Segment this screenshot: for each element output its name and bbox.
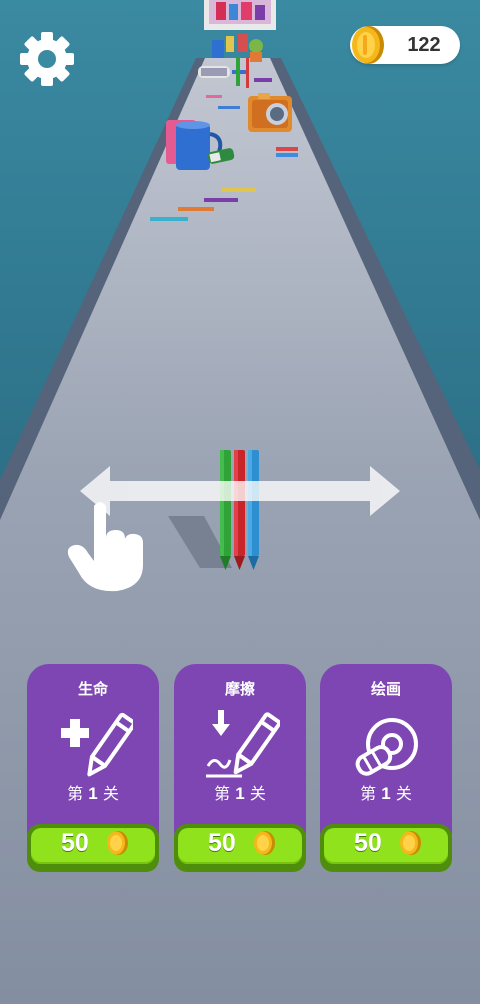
gear-icon: [20, 32, 74, 86]
buy-painting-button[interactable]: 50: [320, 824, 452, 872]
buy-friction-button[interactable]: 50: [174, 824, 306, 872]
buy-life-button[interactable]: 50: [27, 824, 159, 872]
coin-counter: 122: [350, 26, 460, 64]
crayon-red: [234, 450, 245, 570]
price-label: 50: [208, 829, 236, 857]
coin-icon: [254, 831, 275, 855]
crayon-blue: [248, 450, 259, 570]
upgrade-title: 生命: [77, 680, 108, 698]
crayon-green: [220, 450, 231, 570]
plus-pencil-icon: [61, 712, 133, 777]
camera-obstacle: [248, 93, 292, 132]
coin-count: 122: [407, 34, 441, 56]
price-label: 50: [354, 829, 382, 857]
billboard: [204, 0, 276, 30]
coin-icon: [352, 26, 384, 64]
upgrade-level: 第 1 关: [214, 784, 266, 803]
price-label: 50: [61, 829, 89, 857]
coin-icon: [400, 831, 421, 855]
friction-pencil-icon: [206, 710, 280, 778]
tape-roll-icon: [355, 718, 418, 776]
upgrade-title: 绘画: [370, 680, 401, 698]
upgrade-level: 第 1 关: [67, 784, 119, 803]
player-crayons: [220, 450, 259, 570]
upgrade-level: 第 1 关: [360, 784, 412, 803]
coin-icon: [107, 831, 128, 855]
settings-button[interactable]: [18, 30, 76, 88]
upgrade-title: 摩擦: [224, 680, 255, 698]
